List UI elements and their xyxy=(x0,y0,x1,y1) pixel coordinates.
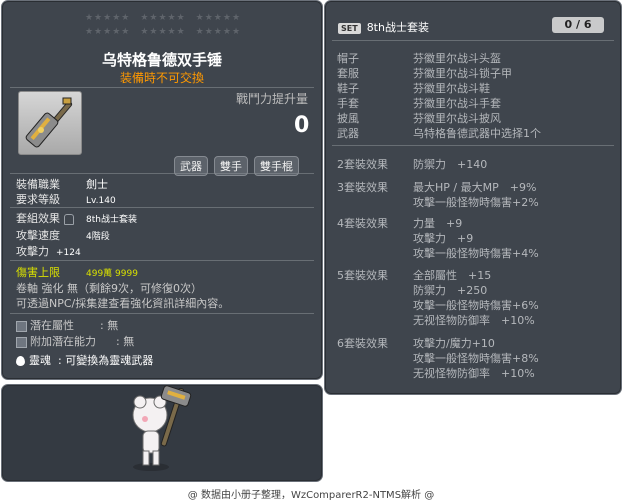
footer-credit: @ 数据由小册子整理，WzComparerR2-NTMS解析 @ xyxy=(187,490,435,501)
item-icon xyxy=(18,91,82,155)
set-bonus-6-line: 无视怪物防御率 +10% xyxy=(413,367,535,380)
star-force-row: ★★★★★ ★★★★★ ★★★★★ ★★★★★ ★★★★★ ★★★★★ xyxy=(68,11,258,39)
set-piece-shoes: 鞋子 芬徽里尔战斗鞋 xyxy=(337,82,490,95)
hammer-icon xyxy=(25,97,73,148)
bonus-potential-row: 附加潛在能力: 無 xyxy=(16,333,134,349)
set-bonus-3-line: 攻擊一般怪物時傷害+2% xyxy=(413,196,539,209)
set-bonus-5-line: 全部屬性 +15 xyxy=(413,269,492,282)
set-bonus-3-label: 3套裝效果 xyxy=(337,181,388,194)
bonus-potential-icon xyxy=(16,336,27,348)
set-bonus-5-line: 防禦力 +250 xyxy=(413,284,488,297)
attack-row: 攻擊力 +124 xyxy=(16,245,81,258)
set-bonus-6-line: 攻擊力/魔力+10 xyxy=(413,337,495,350)
item-tooltip-panel: ★★★★★ ★★★★★ ★★★★★ ★★★★★ ★★★★★ ★★★★★ 乌特格鲁… xyxy=(1,0,323,380)
level-row: 要求等級 Lv.140 xyxy=(16,193,116,206)
set-bonus-4-line: 攻擊力 +9 xyxy=(413,232,474,245)
star-row-2: ★★★★★ ★★★★★ ★★★★★ xyxy=(84,27,242,37)
character-avatar xyxy=(132,385,192,471)
set-bonus-4-label: 4套裝效果 xyxy=(337,217,388,230)
set-count: 0 / 6 xyxy=(552,17,604,33)
set-bonus-5-label: 5套裝效果 xyxy=(337,269,388,282)
set-bonus-3-line: 最大HP / 最大MP +9% xyxy=(413,181,537,194)
set-bonus-4-line: 力量 +9 xyxy=(413,217,463,230)
enhance-info-row: 可透過NPC/採集建查看強化資訊詳細內容。 xyxy=(16,297,230,310)
set-bonus-6-label: 6套裝效果 xyxy=(337,337,388,350)
divider xyxy=(332,145,614,146)
potential-icon xyxy=(16,320,27,332)
divider xyxy=(10,260,314,261)
set-piece-cape: 披風 芬徽里尔战斗披风 xyxy=(337,112,501,125)
divider xyxy=(10,173,314,174)
item-name: 乌特格鲁德双手锤 xyxy=(101,51,222,69)
set-piece-gloves: 手套 芬徽里尔战斗手套 xyxy=(337,97,501,110)
soul-row: 靈魂 : 可變換為靈魂武器 xyxy=(16,352,153,368)
star-row-1: ★★★★★ ★★★★★ ★★★★★ xyxy=(84,13,242,23)
set-header: SET 8th战士套装 xyxy=(338,19,429,35)
set-effect-row: 套組效果 8th战士套装 xyxy=(16,212,137,225)
set-badge: SET xyxy=(338,22,361,34)
set-piece-weapon: 武器 乌特格鲁德武器中选择1个 xyxy=(337,127,541,140)
set-piece-hat: 帽子 芬徽里尔战斗头盔 xyxy=(337,52,501,65)
set-bonus-2-label: 2套裝效果 xyxy=(337,158,388,171)
character-preview-panel xyxy=(1,384,323,482)
job-row: 裝備職業 劍士 xyxy=(16,178,108,191)
attack-speed-row: 攻擊速度 4階段 xyxy=(16,229,110,242)
set-bonus-6-line: 攻擊一般怪物時傷害+8% xyxy=(413,352,539,365)
power-value: 0 xyxy=(294,113,310,138)
set-bonus-2-line: 防禦力 +140 xyxy=(413,158,488,171)
set-bonus-5-line: 攻擊一般怪物時傷害+6% xyxy=(413,299,539,312)
trade-note: 装備時不可交換 xyxy=(119,71,204,85)
set-name: 8th战士套装 xyxy=(366,21,429,34)
divider xyxy=(332,40,614,41)
set-bonus-5-line: 无视怪物防御率 +10% xyxy=(413,314,535,327)
set-bonus-4-line: 攻擊一般怪物時傷害+4% xyxy=(413,247,539,260)
bell-icon xyxy=(64,213,74,225)
scroll-row: 卷軸 強化 無（剩餘9次，可修復0次） xyxy=(16,282,202,295)
set-piece-suit: 套服 芬徽里尔战斗锁子甲 xyxy=(337,67,512,80)
damage-cap-row: 傷害上限 499萬 9999 xyxy=(16,266,138,279)
divider xyxy=(10,207,314,208)
divider xyxy=(10,313,314,314)
power-label: 戰鬥力提升量 xyxy=(236,92,309,106)
divider xyxy=(10,87,314,88)
soul-flame-icon xyxy=(16,356,25,366)
potential-row: 潛在屬性: 無 xyxy=(16,317,118,333)
